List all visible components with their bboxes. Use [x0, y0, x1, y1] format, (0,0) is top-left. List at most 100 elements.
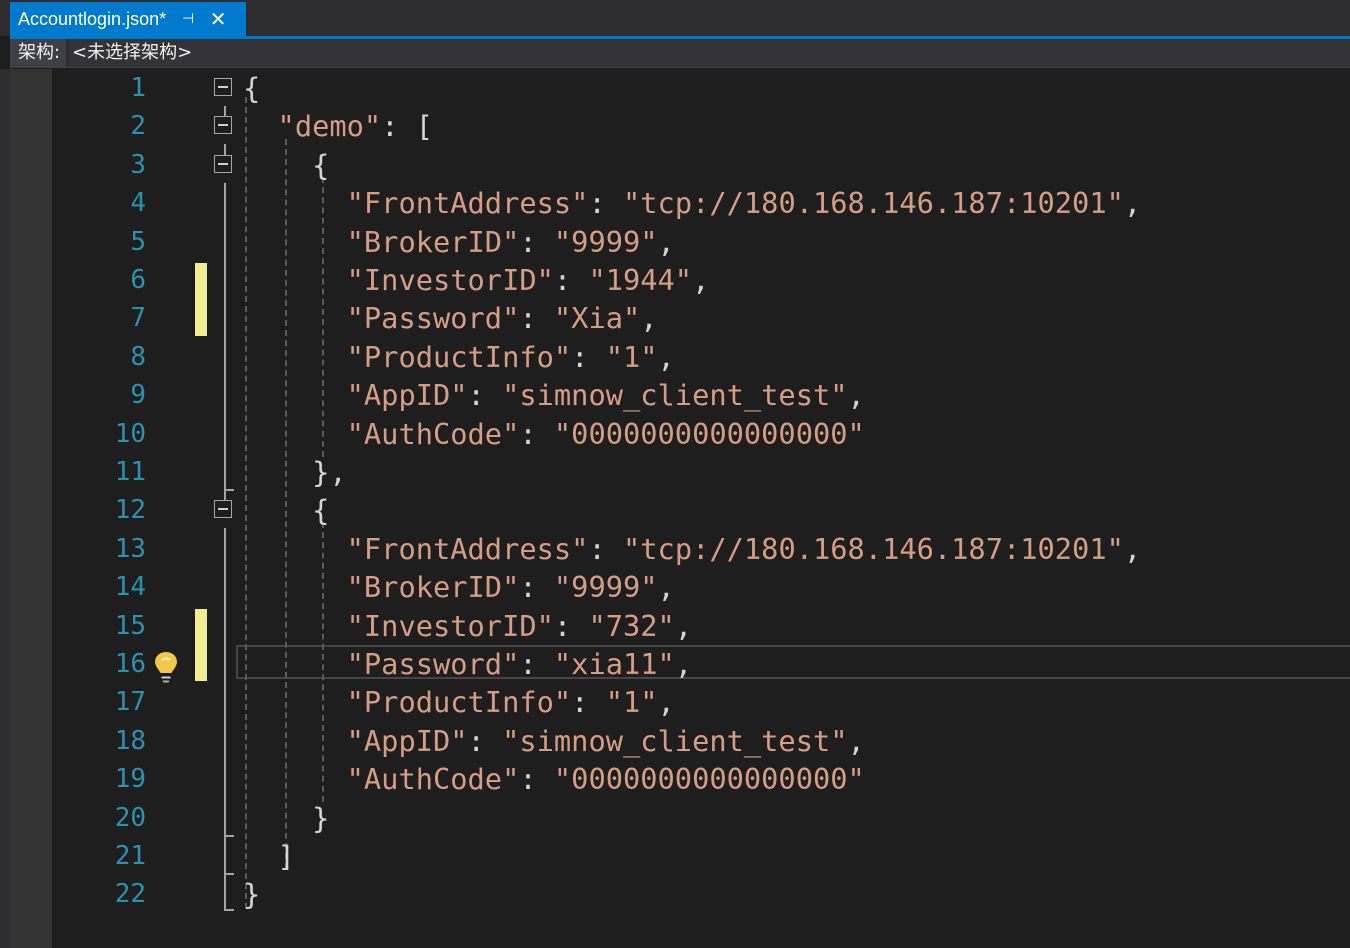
code-line[interactable]: "Password": "Xia", — [243, 299, 658, 337]
json-punctuation-token: , — [674, 608, 693, 643]
collapse-icon[interactable] — [214, 500, 232, 518]
json-string-token: "simnow_client_test" — [502, 723, 848, 758]
lightbulb-icon[interactable] — [150, 648, 182, 686]
json-punctuation-token — [243, 378, 347, 412]
json-string-token: "1" — [605, 685, 658, 720]
line-number: 4 — [130, 188, 146, 219]
json-punctuation-token: : — [588, 531, 623, 566]
line-number: 1 — [130, 73, 146, 103]
code-line[interactable]: "InvestorID": "732", — [243, 607, 692, 645]
json-punctuation-token: { — [243, 493, 330, 528]
json-punctuation-token: , — [640, 301, 658, 336]
code-line[interactable]: } — [243, 875, 260, 913]
line-number: 6 — [130, 265, 146, 295]
json-punctuation-token — [243, 340, 347, 374]
code-line[interactable]: ] — [243, 837, 295, 875]
json-string-token: "ProductInfo" — [346, 339, 572, 374]
json-string-token: "tcp://180.168.146.187:10201" — [623, 186, 1124, 221]
json-punctuation-token: }, — [243, 455, 347, 489]
line-number: 18 — [114, 725, 146, 756]
json-punctuation-token: ] — [243, 839, 295, 873]
line-number: 9 — [130, 380, 146, 411]
json-punctuation-token — [243, 109, 278, 143]
code-line[interactable]: "BrokerID": "9999", — [243, 223, 675, 261]
code-line[interactable]: } — [243, 799, 329, 837]
json-punctuation-token: , — [692, 263, 710, 297]
json-punctuation-token: : — [519, 416, 554, 451]
json-string-token: "0000000000000000" — [553, 416, 865, 451]
line-number: 20 — [114, 802, 146, 833]
json-string-token: "1944" — [588, 263, 693, 297]
line-number: 10 — [114, 418, 146, 449]
outline-end-tick — [224, 873, 234, 875]
code-line[interactable]: "AuthCode": "0000000000000000" — [243, 415, 865, 453]
document-tab-strip: Accountlogin.json* ⊣ ✕ — [0, 0, 1350, 36]
pin-icon[interactable]: ⊣ — [180, 11, 196, 27]
json-punctuation-token: { — [243, 147, 330, 182]
json-string-token: "Xia" — [553, 301, 641, 336]
code-line[interactable]: { — [243, 146, 329, 184]
line-number: 14 — [114, 572, 146, 603]
code-line[interactable]: "FrontAddress": "tcp://180.168.146.187:1… — [243, 530, 1142, 568]
json-punctuation-token: : — [519, 224, 554, 259]
json-punctuation-token — [243, 762, 347, 796]
json-punctuation-token: : — [519, 762, 554, 797]
json-string-token: "AuthCode" — [346, 416, 520, 451]
code-line[interactable]: "AppID": "simnow_client_test", — [243, 722, 865, 760]
json-punctuation-token: } — [243, 877, 261, 912]
json-punctuation-token: , — [674, 647, 693, 681]
outline-end-tick — [224, 909, 234, 911]
line-number: 8 — [130, 341, 146, 372]
code-line[interactable]: "AppID": "simnow_client_test", — [243, 376, 865, 414]
json-punctuation-token: , — [1123, 531, 1142, 566]
line-number: 11 — [114, 457, 146, 487]
json-punctuation-token — [243, 532, 347, 566]
navigation-bar: 架构: <未选择架构> — [10, 39, 1350, 68]
json-punctuation-token: } — [243, 800, 330, 835]
json-punctuation-token: , — [657, 570, 675, 605]
collapse-icon[interactable] — [214, 78, 232, 96]
close-icon[interactable]: ✕ — [208, 9, 228, 29]
outline-line — [224, 183, 226, 491]
json-punctuation-token: : [ — [381, 109, 434, 144]
code-line[interactable]: "ProductInfo": "1", — [243, 338, 675, 376]
json-string-token: "Password" — [346, 301, 520, 336]
code-line[interactable]: "InvestorID": "1944", — [243, 261, 710, 299]
json-punctuation-token: : — [467, 378, 503, 413]
json-string-token: "0000000000000000" — [553, 762, 865, 797]
change-marker — [195, 263, 207, 336]
json-string-token: "732" — [588, 608, 675, 643]
code-line[interactable]: "AuthCode": "0000000000000000" — [243, 760, 865, 798]
code-line[interactable]: { — [243, 491, 329, 529]
json-punctuation-token — [243, 609, 347, 643]
collapse-icon[interactable] — [214, 155, 232, 173]
json-string-token: "InvestorID" — [346, 263, 554, 297]
json-string-token: "AppID" — [346, 723, 468, 758]
json-punctuation-token: : — [519, 570, 554, 605]
json-punctuation-token: : — [519, 647, 554, 681]
code-editor[interactable]: 1 2 3 4 5 6 7 8 9 10 11 12 13 14 15 16 17 18 19 20 21 22{ "de… — [0, 69, 1350, 948]
code-line[interactable]: { — [243, 69, 260, 107]
tab-title: Accountlogin.json* — [18, 8, 167, 29]
code-line[interactable]: "FrontAddress": "tcp://180.168.146.187:1… — [243, 184, 1142, 222]
json-punctuation-token — [243, 724, 347, 758]
code-line[interactable]: "ProductInfo": "1", — [243, 683, 675, 721]
code-line[interactable]: "demo": [ — [243, 107, 433, 145]
line-number: 12 — [114, 495, 146, 526]
schema-dropdown[interactable]: <未选择架构> — [68, 39, 1350, 67]
json-punctuation-token: , — [847, 378, 865, 413]
json-punctuation-token — [243, 417, 347, 451]
json-string-token: "9999" — [553, 224, 658, 259]
tab-accountlogin-json[interactable]: Accountlogin.json* ⊣ ✕ — [10, 2, 246, 36]
code-line[interactable]: }, — [243, 453, 347, 491]
json-punctuation-token: : — [588, 186, 623, 221]
json-punctuation-token — [243, 301, 347, 335]
json-string-token: "Password" — [346, 647, 520, 681]
code-line[interactable]: "BrokerID": "9999", — [243, 568, 675, 606]
json-string-token: "tcp://180.168.146.187:10201" — [623, 531, 1124, 566]
line-number: 17 — [114, 687, 146, 718]
code-line[interactable]: "Password": "xia11", — [243, 645, 692, 683]
json-punctuation-token: , — [1123, 186, 1142, 221]
json-punctuation-token — [243, 685, 347, 719]
collapse-icon[interactable] — [214, 116, 232, 134]
